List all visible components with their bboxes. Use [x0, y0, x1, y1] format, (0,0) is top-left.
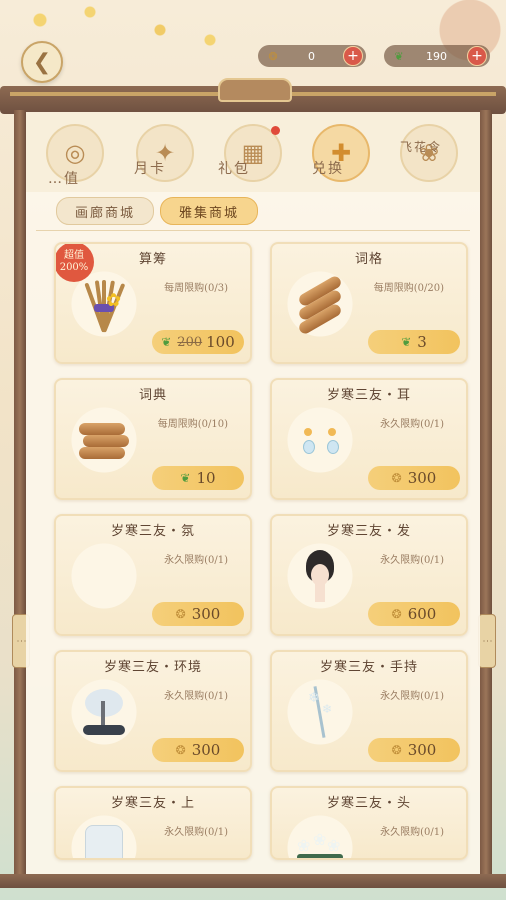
price-value: 300	[407, 741, 437, 759]
price-button[interactable]: ❂ 300	[152, 602, 244, 626]
right-scroll-handle[interactable]: ⋮	[478, 614, 496, 668]
subtab-gallery-shop[interactable]: 画廊商城	[56, 197, 155, 225]
jade-leaf-icon: ❦	[401, 335, 412, 349]
aura-image	[66, 538, 142, 614]
original-price: 200	[177, 334, 203, 350]
price-value: 10	[196, 469, 216, 487]
notification-dot	[271, 126, 280, 135]
item-title: 岁寒三友・手持	[319, 660, 418, 675]
chevron-left-icon: ❮	[32, 49, 52, 75]
scroll-bundle-image	[66, 402, 142, 478]
price-value: 600	[407, 605, 437, 623]
gold-coin-icon: ❂	[391, 471, 402, 485]
purchase-limit: 每周限购(0/20)	[373, 283, 444, 294]
tab-flower-order-label: 飞花令	[400, 140, 443, 154]
back-button[interactable]: ❮	[21, 41, 63, 83]
purchase-limit: 永久限购(0/1)	[164, 555, 228, 566]
item-title: 岁寒三友・环境	[103, 660, 202, 675]
price-button[interactable]: ❂ 300	[368, 738, 460, 762]
tab-value-label: …值	[48, 171, 80, 187]
frame-bottom-beam	[0, 874, 506, 888]
tab-gift-pack-label: 礼包	[218, 161, 250, 177]
gold-coin-icon: ❂	[175, 607, 186, 621]
item-title: 词格	[354, 252, 383, 267]
earrings-image	[282, 402, 358, 478]
frame-right-post	[480, 110, 492, 880]
jade-leaf-icon: ❦	[161, 335, 172, 349]
gold-coin-icon: ❂	[268, 49, 278, 63]
frame-left-post	[14, 110, 26, 880]
tab-exchange-label: 兑换	[312, 161, 344, 177]
tab-flower-order[interactable]: ❀ 飞花令	[398, 124, 460, 186]
item-title: 岁寒三友・头	[326, 796, 411, 811]
shop-item-card[interactable]: 岁寒三友・氛 永久限购(0/1) ❂ 300	[54, 514, 252, 636]
tab-month-card[interactable]: ✦ 月卡	[134, 124, 196, 186]
shop-item-card[interactable]: ❀ ❀ ❀ 岁寒三友・头 永久限购(0/1)	[270, 786, 468, 860]
add-gold-button[interactable]: +	[343, 46, 363, 66]
price-button[interactable]: ❦ 3	[368, 330, 460, 354]
tab-month-card-label: 月卡	[134, 161, 166, 177]
gold-currency-value: 0	[308, 49, 315, 63]
price-value: 300	[407, 469, 437, 487]
purchase-limit: 永久限购(0/1)	[380, 419, 444, 430]
value-badge-line2: 200%	[59, 262, 89, 273]
price-button[interactable]: ❦ 200 100	[152, 330, 244, 354]
jade-currency-value: 190	[426, 49, 447, 63]
purchase-limit: 永久限购(0/1)	[380, 555, 444, 566]
jade-leaf-icon: ❦	[180, 471, 191, 485]
shop-item-card[interactable]: 词格 每周限购(0/20) ❦ 3	[270, 242, 468, 364]
purchase-limit: 每周限购(0/3)	[164, 283, 228, 294]
item-title: 词典	[138, 388, 167, 403]
hairstyle-image	[282, 538, 358, 614]
jade-currency-counter: ❦ 190 +	[384, 45, 490, 67]
upper-garment-image	[66, 810, 142, 858]
shop-item-card[interactable]: 岁寒三友・环境 永久限购(0/1) ❂ 300	[54, 650, 252, 772]
purchase-limit: 永久限购(0/1)	[380, 827, 444, 838]
price-button[interactable]: ❂ 300	[152, 738, 244, 762]
gold-coin-icon: ❂	[175, 743, 186, 757]
price-value: 3	[417, 333, 427, 351]
price-button[interactable]: ❂ 300	[368, 466, 460, 490]
purchase-limit: 永久限购(0/1)	[164, 691, 228, 702]
jade-leaf-icon: ❦	[394, 49, 404, 63]
gold-coin-icon: ❂	[391, 607, 402, 621]
bonsai-image	[66, 674, 142, 750]
shop-item-card[interactable]: 岁寒三友・发 永久限购(0/1) ❂ 600	[270, 514, 468, 636]
shop-item-card[interactable]: 词典 每周限购(0/10) ❦ 10	[54, 378, 252, 500]
scroll-bundle-image	[282, 266, 358, 342]
subtab-elegant-gathering-shop[interactable]: 雅集商城	[160, 197, 259, 225]
price-value: 300	[191, 605, 221, 623]
item-title: 岁寒三友・上	[110, 796, 195, 811]
price-value: 100	[206, 333, 235, 351]
purchase-limit: 永久限购(0/1)	[164, 827, 228, 838]
headpiece-image: ❀ ❀ ❀	[282, 810, 358, 858]
shop-item-card[interactable]: ❄ ❄ 岁寒三友・手持 永久限购(0/1) ❂ 300	[270, 650, 468, 772]
value-badge: 超值 200%	[56, 244, 94, 282]
price-value: 300	[191, 741, 221, 759]
gold-coin-icon: ❂	[391, 743, 402, 757]
frame-crest	[218, 78, 292, 102]
item-title: 岁寒三友・氛	[110, 524, 195, 539]
shop-item-card[interactable]: ✿ 算筹 每周限购(0/3) ❦ 200 100 超值 200%	[54, 242, 252, 364]
item-title: 岁寒三友・耳	[326, 388, 411, 403]
tab-gift-pack[interactable]: ▦ 礼包	[218, 124, 284, 186]
subtab-divider	[36, 230, 470, 231]
handheld-branch-image: ❄ ❄	[282, 674, 358, 750]
price-button[interactable]: ❂ 600	[368, 602, 460, 626]
shop-item-card[interactable]: 岁寒三友・耳 永久限购(0/1) ❂ 300	[270, 378, 468, 500]
purchase-limit: 永久限购(0/1)	[380, 691, 444, 702]
gold-currency-counter: ❂ 0 +	[258, 45, 366, 67]
add-jade-button[interactable]: +	[467, 46, 487, 66]
value-badge-line1: 超值	[64, 250, 84, 261]
shop-item-card[interactable]: 岁寒三友・上 永久限购(0/1)	[54, 786, 252, 860]
tab-value[interactable]: ◎ …值	[44, 124, 106, 187]
purchase-limit: 每周限购(0/10)	[157, 419, 228, 430]
tab-exchange[interactable]: ✚ 兑换	[310, 124, 372, 186]
item-title: 岁寒三友・发	[326, 524, 411, 539]
price-button[interactable]: ❦ 10	[152, 466, 244, 490]
